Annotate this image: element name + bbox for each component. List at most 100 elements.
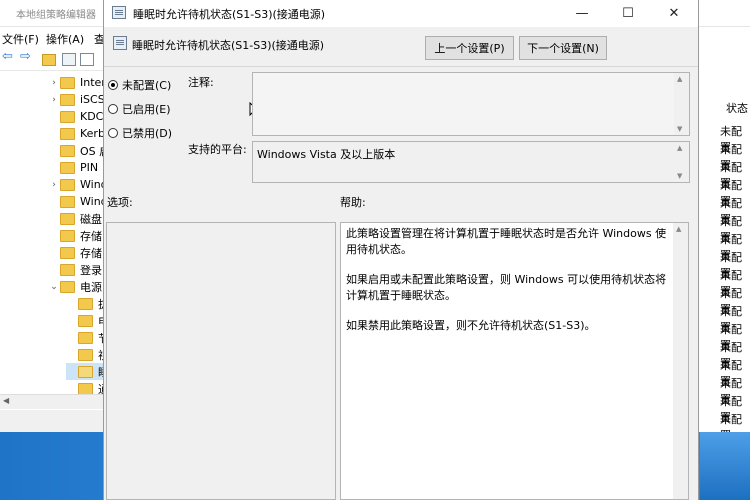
folder-icon: [78, 331, 93, 344]
maximize-button[interactable]: ☐: [605, 0, 651, 27]
tree-item[interactable]: › iSCSI: [48, 91, 108, 108]
radio-enabled[interactable]: 已启用(E): [108, 101, 171, 117]
status-column-header[interactable]: 状态: [726, 100, 748, 116]
tree-item[interactable]: PIN: [48, 159, 98, 176]
policy-tree: › Inter › iSCSI KDC Kerb OS 启 PIN › Wind Wi…: [0, 72, 108, 394]
folder-icon: [60, 263, 75, 276]
scroll-down-arrow-icon[interactable]: ▼: [677, 125, 682, 133]
minimize-button[interactable]: —: [559, 0, 605, 27]
help-scrollbar[interactable]: ▲: [673, 223, 688, 499]
radio-label: 已禁用(D): [122, 127, 173, 140]
previous-setting-button[interactable]: 上一个设置(P): [425, 36, 514, 60]
forward-arrow-icon[interactable]: ⇨: [20, 49, 34, 64]
help-text: 此策略设置管理在将计算机置于睡眠状态时是否允许 Windows 使用待机状态。 …: [346, 226, 671, 348]
scroll-up-arrow-icon[interactable]: ▲: [677, 144, 682, 152]
dialog-title: 睡眠时允许待机状态(S1-S3)(接通电源): [133, 8, 326, 21]
show-tree-icon[interactable]: [62, 53, 76, 66]
expand-chevron-icon[interactable]: ›: [48, 180, 60, 190]
supported-platform-box: Windows Vista 及以上版本 ▲ ▼: [252, 141, 690, 183]
radio-button[interactable]: [108, 80, 118, 90]
policy-setting-icon: [112, 6, 126, 19]
close-button[interactable]: ✕: [651, 0, 697, 27]
tree-item[interactable]: KDC: [48, 108, 103, 125]
tree-item[interactable]: 通: [66, 380, 108, 394]
folder-icon: [60, 178, 75, 191]
bg-toolbar: ⇦ ⇨: [0, 48, 110, 71]
folder-icon: [60, 93, 75, 106]
supported-platform-value: Windows Vista 及以上版本: [257, 148, 396, 161]
scroll-up-arrow-icon[interactable]: ▲: [676, 225, 681, 233]
folder-icon: [60, 144, 75, 157]
expand-chevron-icon[interactable]: ›: [48, 78, 60, 88]
folder-icon: [78, 297, 93, 310]
menu-file[interactable]: 文件(F): [2, 31, 39, 47]
radio-label: 已启用(E): [122, 103, 171, 116]
radio-label: 未配置(C): [122, 79, 172, 92]
up-folder-icon[interactable]: [42, 54, 56, 66]
options-label: 选项:: [107, 196, 133, 209]
open-folder-icon: [78, 365, 93, 378]
back-arrow-icon[interactable]: ⇦: [2, 49, 16, 64]
folder-icon: [60, 195, 75, 208]
setting-header: 睡眠时允许待机状态(S1-S3)(接通电源): [132, 39, 325, 52]
folder-icon: [60, 110, 75, 123]
collapse-chevron-icon[interactable]: ⌄: [48, 282, 60, 292]
tree-item[interactable]: 视: [66, 346, 108, 363]
tree-item[interactable]: OS 启: [48, 142, 108, 159]
bg-status-bar: [0, 410, 108, 432]
tree-item[interactable]: 节: [66, 329, 108, 346]
tree-item-selected[interactable]: 睡: [66, 363, 108, 380]
status-column: 状态 未配置 未配置 未配置 未配置 未配置 未配置 未配置 未配置 未配置 未…: [700, 94, 750, 442]
tree-item[interactable]: 电: [66, 312, 108, 329]
help-paragraph: 如果启用或未配置此策略设置，则 Windows 可以使用待机状态将计算机置于睡眠…: [346, 273, 667, 302]
taskbar-edge: [700, 432, 750, 500]
tree-item-label: KDC: [80, 110, 104, 123]
dialog-titlebar[interactable]: 睡眠时允许待机状态(S1-S3)(接通电源) — ☐ ✕: [104, 0, 698, 27]
properties-icon[interactable]: [80, 53, 94, 66]
supported-platform-label: 支持的平台:: [188, 143, 247, 156]
radio-button[interactable]: [108, 128, 118, 138]
radio-disabled[interactable]: 已禁用(D): [108, 125, 172, 141]
help-paragraph: 此策略设置管理在将计算机置于睡眠状态时是否允许 Windows 使用待机状态。: [346, 227, 667, 256]
tree-item[interactable]: 登录: [48, 261, 102, 278]
folder-icon: [60, 76, 75, 89]
tree-item[interactable]: 存储: [48, 227, 102, 244]
tree-item[interactable]: 磁盘: [48, 210, 102, 227]
platform-scrollbar[interactable]: ▲ ▼: [674, 142, 689, 182]
folder-icon: [60, 127, 75, 140]
scroll-left-arrow-icon[interactable]: ◀: [3, 396, 9, 405]
policy-setting-dialog: 睡眠时允许待机状态(S1-S3)(接通电源) — ☐ ✕ 睡眠时允许待机状态(S…: [103, 0, 699, 500]
scroll-down-arrow-icon[interactable]: ▼: [677, 172, 682, 180]
folder-icon: [78, 348, 93, 361]
tree-item-label: Kerb: [80, 127, 105, 140]
tree-item-label: 存储: [80, 229, 102, 243]
tree-item[interactable]: 拔: [66, 295, 108, 312]
tree-item[interactable]: Kerb: [48, 125, 105, 142]
comment-scrollbar[interactable]: ▲ ▼: [674, 73, 689, 135]
folder-icon: [60, 280, 75, 293]
folder-icon: [60, 161, 75, 174]
folder-icon: [60, 212, 75, 225]
tree-horizontal-scrollbar[interactable]: ◀: [0, 394, 108, 409]
tree-item-label: 磁盘: [80, 212, 102, 226]
options-pane: [106, 222, 336, 500]
scroll-up-arrow-icon[interactable]: ▲: [677, 75, 682, 83]
next-setting-button[interactable]: 下一个设置(N): [519, 36, 607, 60]
divider: [104, 66, 698, 67]
comment-label: 注释:: [188, 76, 214, 89]
policy-setting-icon: [113, 36, 127, 50]
tree-item-label: PIN: [80, 161, 99, 174]
radio-not-configured[interactable]: 未配置(C): [108, 77, 171, 93]
menu-action[interactable]: 操作(A): [46, 31, 84, 47]
folder-icon: [78, 314, 93, 327]
help-pane: 此策略设置管理在将计算机置于睡眠状态时是否允许 Windows 使用待机状态。 …: [340, 222, 689, 500]
expand-chevron-icon[interactable]: ›: [48, 95, 60, 105]
tree-item[interactable]: Wind: [48, 193, 108, 210]
tree-item[interactable]: ⌄ 电源: [48, 278, 102, 295]
tree-item[interactable]: › Wind: [48, 176, 107, 193]
tree-item[interactable]: › Inter: [48, 74, 106, 91]
comment-textarea[interactable]: ▲ ▼: [252, 72, 690, 136]
radio-button[interactable]: [108, 104, 118, 114]
tree-item-label: 登录: [80, 263, 102, 277]
tree-item[interactable]: 存储: [48, 244, 102, 261]
